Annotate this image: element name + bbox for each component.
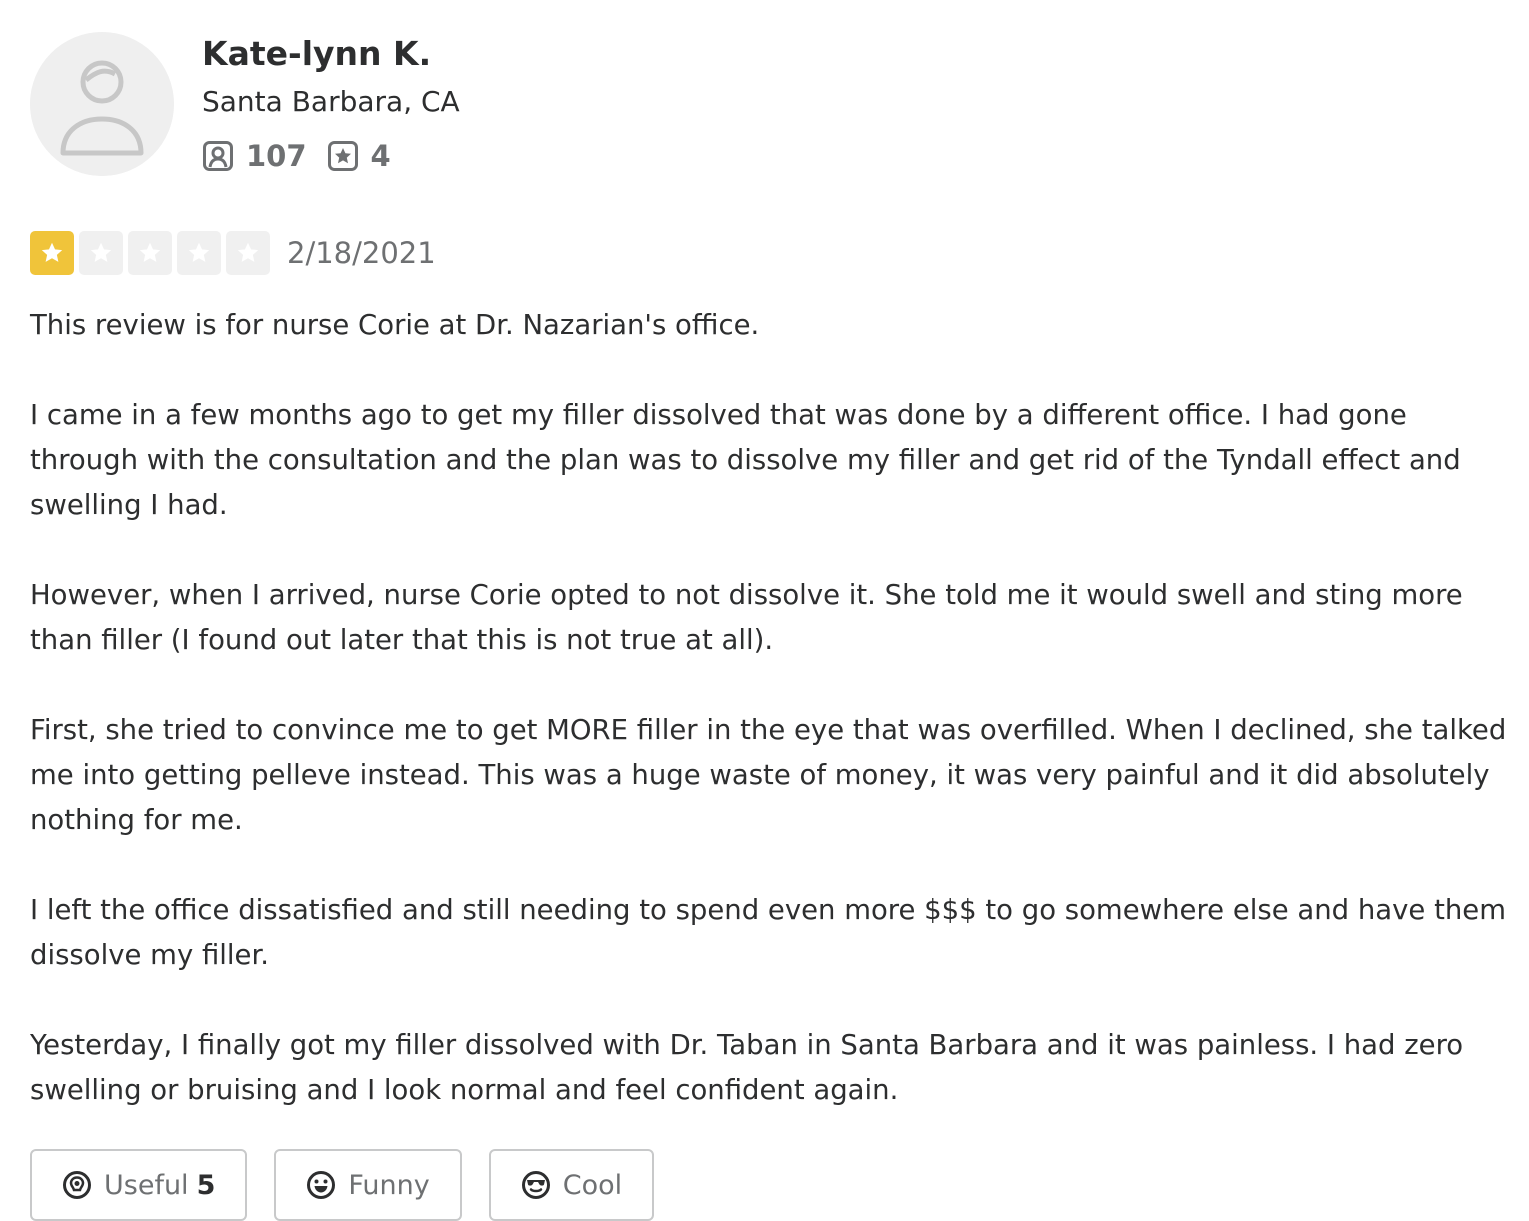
reaction-buttons: Useful 5 Funny Cool xyxy=(30,1149,681,1221)
smiley-icon xyxy=(307,1171,336,1199)
cool-button[interactable]: Cool xyxy=(488,1149,655,1221)
photo-count-stat: 4 xyxy=(327,139,391,173)
star-empty-icon xyxy=(128,231,172,275)
user-location: Santa Barbara, CA xyxy=(202,85,460,118)
lightbulb-icon xyxy=(63,1171,91,1199)
review-bubble-icon xyxy=(203,141,233,171)
useful-button[interactable]: Useful 5 xyxy=(30,1149,248,1221)
review-paragraph: This review is for nurse Corie at Dr. Na… xyxy=(30,309,760,341)
user-stats: 107 4 xyxy=(202,137,391,175)
star-empty-icon xyxy=(79,231,123,275)
user-name[interactable]: Kate-lynn K. xyxy=(202,33,431,75)
review-paragraph: First, she tried to convince me to get M… xyxy=(30,714,1507,836)
user-avatar[interactable] xyxy=(30,32,174,176)
review-paragraph: Yesterday, I finally got my filler disso… xyxy=(30,1029,1464,1106)
star-filled-icon xyxy=(30,231,74,275)
review-body: This review is for nurse Corie at Dr. Na… xyxy=(30,303,1514,1113)
review-count: 107 xyxy=(246,139,307,173)
useful-label: Useful xyxy=(104,1169,189,1201)
default-user-avatar-icon xyxy=(30,32,174,176)
star-rating xyxy=(30,231,275,275)
star-empty-icon xyxy=(177,231,221,275)
photo-count: 4 xyxy=(370,139,391,173)
review-paragraph: However, when I arrived, nurse Corie opt… xyxy=(30,579,1463,656)
funny-label: Funny xyxy=(348,1169,430,1201)
useful-count: 5 xyxy=(196,1169,216,1201)
cool-label: Cool xyxy=(562,1169,623,1201)
sunglasses-icon xyxy=(521,1171,550,1199)
review-count-stat: 107 xyxy=(202,139,307,173)
review-paragraph: I came in a few months ago to get my fil… xyxy=(30,399,1461,521)
funny-button[interactable]: Funny xyxy=(274,1149,462,1221)
review-rating-row: 2/18/2021 xyxy=(30,231,436,275)
review-paragraph: I left the office dissatisfied and still… xyxy=(30,894,1506,971)
star-badge-icon xyxy=(327,141,358,171)
review-date: 2/18/2021 xyxy=(287,236,436,270)
star-empty-icon xyxy=(226,231,270,275)
